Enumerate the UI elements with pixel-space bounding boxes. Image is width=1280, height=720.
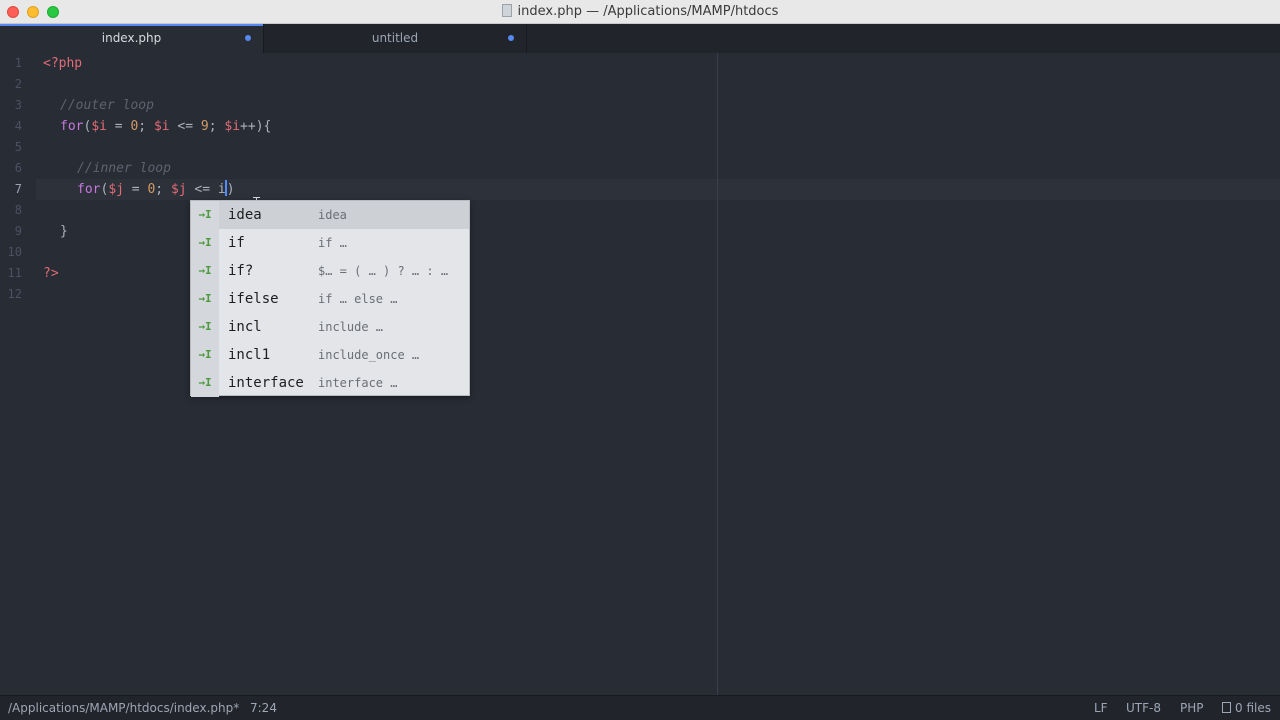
tab-untitled[interactable]: untitled [263, 24, 527, 53]
autocomplete-item-text: idea [228, 207, 262, 223]
tab-label: index.php [101, 31, 162, 45]
autocomplete-popup: →I idea idea →I if if … →I if? $… = ( … … [190, 200, 470, 397]
line-number: 8 [14, 203, 22, 217]
line-number-current: 7 [14, 182, 22, 196]
line-number: 3 [14, 98, 22, 112]
snippet-icon: →I [191, 313, 219, 341]
line-number: 5 [14, 140, 22, 154]
autocomplete-item-ifelse[interactable]: →I ifelse if … else … [191, 285, 469, 313]
code-punct: = [106, 119, 131, 134]
code-variable: $j [170, 182, 187, 197]
file-list-icon [1222, 702, 1231, 713]
snippet-icon: →I [191, 229, 219, 257]
status-grammar[interactable]: PHP [1180, 696, 1204, 720]
tab-bar: index.php untitled [0, 24, 1280, 53]
status-git-files[interactable]: 0 files [1222, 696, 1271, 720]
editor-window: index.php — /Applications/MAMP/htdocs in… [0, 0, 1280, 720]
code-keyword: for [60, 119, 84, 134]
code-number: 9 [200, 119, 209, 134]
code-line-9: } [60, 221, 68, 242]
php-open-tag: <?php [43, 56, 83, 71]
status-cursor-position[interactable]: 7:24 [250, 696, 277, 720]
autocomplete-item-incl[interactable]: →I incl include … [191, 313, 469, 341]
code-variable: $i [91, 119, 107, 134]
autocomplete-item-desc: if … else … [318, 292, 398, 306]
autocomplete-item-incl1[interactable]: →I incl1 include_once … [191, 341, 469, 369]
autocomplete-item-idea[interactable]: →I idea idea [191, 201, 469, 229]
modified-dot-icon[interactable] [508, 35, 514, 41]
autocomplete-item-interface[interactable]: →I interface interface … [191, 369, 469, 397]
code-line-7: for($j = 0; $j <= i) [77, 179, 235, 200]
line-number: 10 [7, 245, 22, 259]
snippet-icon: →I [191, 341, 219, 369]
snippet-icon: →I [191, 285, 219, 313]
code-punct: ; [138, 119, 154, 134]
code-variable: $i [153, 119, 170, 134]
php-file-icon [501, 4, 512, 17]
autocomplete-item-desc: include … [318, 320, 384, 334]
code-line-6: //inner loop [77, 158, 171, 179]
status-encoding[interactable]: UTF-8 [1126, 696, 1161, 720]
code-punct: ; [208, 119, 225, 134]
autocomplete-item-text: if [228, 235, 245, 251]
modified-dot-icon[interactable] [245, 35, 251, 41]
code-comment: //outer loop [60, 98, 154, 113]
code-punct: ; [155, 182, 171, 197]
snippet-icon: →I [191, 201, 219, 229]
snippet-icon: →I [191, 369, 219, 397]
code-keyword: for [77, 182, 101, 197]
line-number-gutter[interactable]: 1 2 3 4 5 6 7 8 9 10 11 12 [0, 53, 36, 695]
snippet-icon: →I [191, 257, 219, 285]
code-line-11: ?> [43, 263, 59, 284]
autocomplete-item-text: interface [228, 375, 304, 391]
line-number: 4 [14, 119, 22, 133]
code-punct: <= [169, 119, 201, 134]
autocomplete-item-desc: idea [318, 208, 347, 222]
line-number: 2 [14, 77, 22, 91]
status-files-count: 0 files [1235, 701, 1271, 715]
autocomplete-item-text: incl1 [228, 347, 271, 363]
line-number: 1 [14, 56, 22, 70]
window-title-text: index.php — /Applications/MAMP/htdocs [517, 4, 779, 19]
autocomplete-item-text: ifelse [228, 291, 279, 307]
autocomplete-item-text: incl [228, 319, 262, 335]
code-punct: ++){ [240, 119, 272, 134]
code-punct: <= [186, 182, 218, 197]
autocomplete-item-desc: if … [318, 236, 347, 250]
code-variable: $i [224, 119, 241, 134]
status-line-ending[interactable]: LF [1094, 696, 1108, 720]
title-bar: index.php — /Applications/MAMP/htdocs [0, 0, 1280, 24]
line-number: 6 [14, 161, 22, 175]
autocomplete-item-if-ternary[interactable]: →I if? $… = ( … ) ? … : … [191, 257, 469, 285]
code-line-3: //outer loop [60, 95, 154, 116]
autocomplete-item-if[interactable]: →I if if … [191, 229, 469, 257]
autocomplete-item-desc: include_once … [318, 348, 420, 362]
code-editor[interactable]: 1 2 3 4 5 6 7 8 9 10 11 12 <?php //outer… [0, 53, 1280, 695]
status-bar: /Applications/MAMP/htdocs/index.php* 7:2… [0, 695, 1280, 720]
autocomplete-item-text: if? [228, 263, 254, 279]
line-number: 11 [7, 266, 22, 280]
code-line-1: <?php [43, 53, 82, 74]
code-comment: //inner loop [77, 161, 171, 176]
window-title: index.php — /Applications/MAMP/htdocs [0, 0, 1280, 24]
status-file-path[interactable]: /Applications/MAMP/htdocs/index.php* [8, 696, 239, 720]
code-punct: } [60, 224, 68, 239]
line-number: 12 [7, 287, 22, 301]
code-variable: $j [108, 182, 124, 197]
php-close-tag: ?> [43, 266, 59, 281]
autocomplete-item-desc: $… = ( … ) ? … : … [318, 264, 449, 278]
code-line-4: for($i = 0; $i <= 9; $i++){ [60, 116, 271, 137]
tab-index-php[interactable]: index.php [0, 24, 263, 53]
line-number: 9 [14, 224, 22, 238]
autocomplete-item-desc: interface … [318, 376, 398, 390]
code-punct: = [123, 182, 148, 197]
tab-label: untitled [371, 31, 419, 45]
wrap-guide [717, 53, 718, 695]
code-punct: ) [226, 182, 235, 197]
